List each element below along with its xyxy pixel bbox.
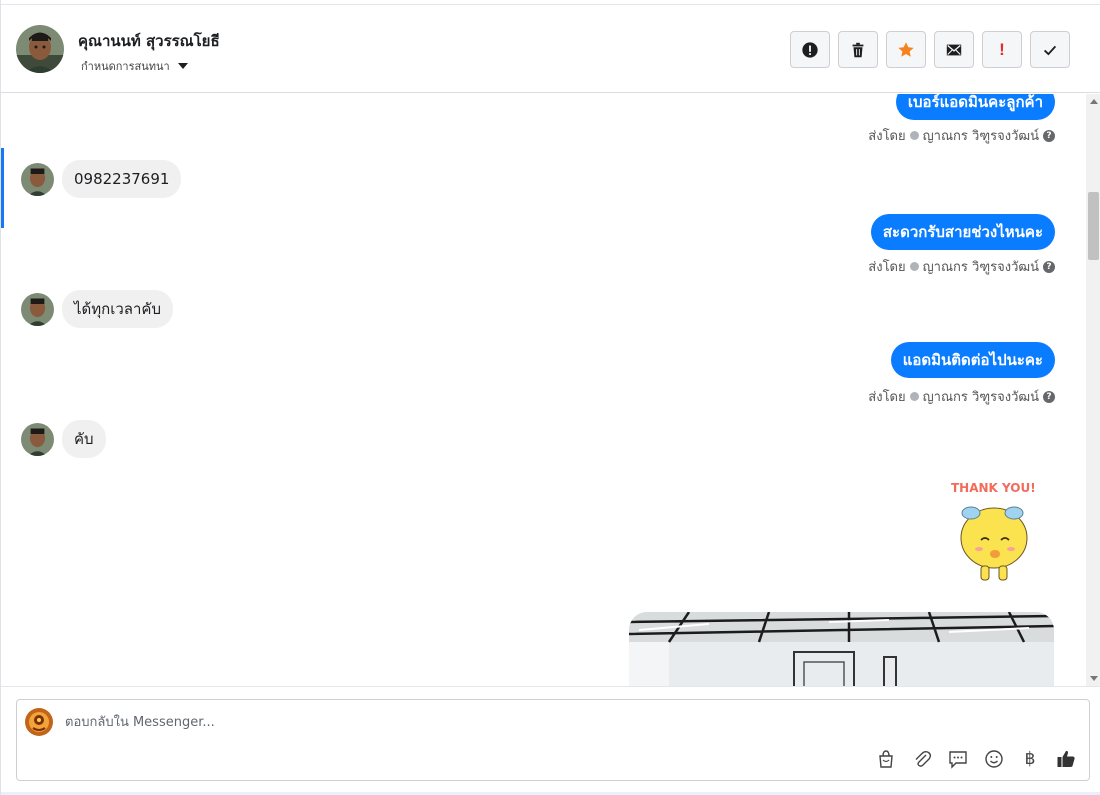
agent-status-icon	[909, 392, 919, 401]
page-avatar	[25, 708, 53, 736]
check-icon	[1043, 45, 1057, 55]
incoming-message[interactable]: 0982237691	[62, 160, 182, 198]
caret-down-icon	[177, 63, 188, 69]
sticker-text: THANK YOU!	[951, 481, 1036, 495]
star-icon	[898, 41, 914, 57]
inbox-conversation-panel: คุณานนท์ สุวรรณโยธี กำหนดการสนทนา ! เบอร…	[0, 0, 1100, 795]
image-attachment[interactable]	[629, 612, 1054, 686]
composer-area: ฿	[1, 686, 1100, 795]
message-thread[interactable]: เบอร์แอดมินคะลูกค้า ส่งโดย ญาณกร วิฑูรจง…	[1, 94, 1086, 686]
baht-symbol: ฿	[1024, 749, 1036, 769]
baht-icon[interactable]: ฿	[1019, 748, 1041, 770]
incoming-message-row: ได้ทุกเวลาคับ	[21, 290, 173, 328]
thank-you-sticker[interactable]: THANK YOU!	[941, 478, 1051, 588]
envelope-icon	[946, 44, 962, 55]
follow-up-button[interactable]: !	[982, 31, 1022, 68]
help-icon[interactable]: ?	[1043, 129, 1055, 142]
help-icon[interactable]: ?	[1043, 390, 1055, 403]
thread-scrollbar[interactable]	[1086, 94, 1100, 686]
scroll-up-icon[interactable]	[1090, 99, 1098, 104]
delete-button[interactable]	[838, 31, 878, 68]
contact-name[interactable]: คุณานนท์ สุวรรณโยธี	[78, 29, 220, 53]
sent-by-agent: ญาณกร วิฑูรจงวัฒน์	[922, 260, 1039, 275]
reply-input[interactable]	[65, 711, 865, 733]
star-button[interactable]	[886, 31, 926, 68]
incoming-message-row: คับ	[21, 420, 106, 458]
sent-by-prefix: ส่งโดย	[868, 129, 906, 144]
alert-circle-icon	[802, 41, 818, 58]
incoming-message[interactable]: ได้ทุกเวลาคับ	[62, 290, 173, 328]
conversation-header: คุณานนท์ สุวรรณโยธี กำหนดการสนทนา !	[1, 4, 1100, 93]
saved-reply-icon[interactable]	[947, 748, 969, 770]
sent-by-label: ส่งโดย ญาณกร วิฑูรจงวัฒน์ ?	[868, 125, 1055, 146]
mark-done-button[interactable]	[1030, 31, 1070, 68]
sent-by-prefix: ส่งโดย	[868, 390, 906, 405]
sent-by-label: ส่งโดย ญาณกร วิฑูรจงวัฒน์ ?	[868, 256, 1055, 277]
outgoing-message[interactable]: แอดมินติดต่อไปนะคะ	[890, 342, 1055, 378]
conversation-actions: !	[790, 31, 1070, 68]
trash-icon	[852, 42, 864, 57]
sent-by-agent: ญาณกร วิฑูรจงวัฒน์	[922, 390, 1039, 405]
agent-status-icon	[909, 131, 919, 140]
outgoing-message[interactable]: สะดวกรับสายช่วงไหนคะ	[870, 214, 1055, 250]
incoming-message[interactable]: คับ	[62, 420, 106, 458]
mark-unread-button[interactable]	[934, 31, 974, 68]
sent-by-agent: ญาณกร วิฑูรจงวัฒน์	[922, 129, 1039, 144]
exclamation-icon: !	[999, 39, 1005, 59]
thumbs-up-icon[interactable]	[1055, 748, 1077, 770]
reply-composer: ฿	[16, 699, 1090, 781]
scrollbar-thumb[interactable]	[1088, 192, 1099, 260]
paperclip-icon[interactable]	[911, 748, 933, 770]
emoji-icon[interactable]	[983, 748, 1005, 770]
report-spam-button[interactable]	[790, 31, 830, 68]
incoming-message-row: 0982237691	[21, 160, 182, 198]
contact-avatar-small	[21, 162, 54, 196]
selection-indicator	[1, 148, 4, 228]
help-icon[interactable]: ?	[1043, 260, 1055, 273]
assign-conversation-dropdown[interactable]: กำหนดการสนทนา	[81, 57, 188, 75]
contact-avatar-small	[21, 292, 54, 326]
composer-toolbar: ฿	[875, 748, 1077, 770]
contact-avatar-small	[21, 422, 54, 456]
sent-by-label: ส่งโดย ญาณกร วิฑูรจงวัฒน์ ?	[868, 386, 1055, 407]
assign-conversation-label: กำหนดการสนทนา	[81, 60, 170, 73]
scroll-down-icon[interactable]	[1090, 676, 1098, 681]
outgoing-message[interactable]: เบอร์แอดมินคะลูกค้า	[895, 94, 1055, 120]
sent-by-prefix: ส่งโดย	[868, 260, 906, 275]
agent-status-icon	[909, 262, 919, 271]
shopping-bag-icon[interactable]	[875, 748, 897, 770]
contact-avatar[interactable]	[16, 25, 64, 73]
